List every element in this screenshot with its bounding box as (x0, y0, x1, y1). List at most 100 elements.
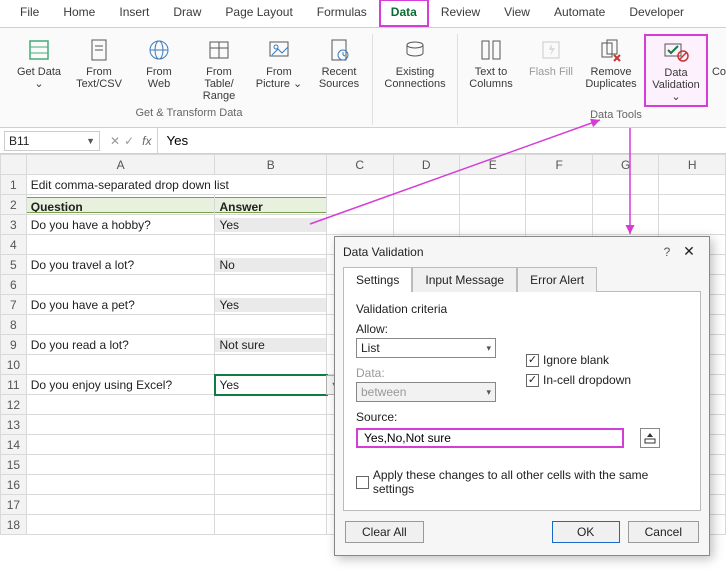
cell[interactable] (215, 515, 327, 535)
cell[interactable] (215, 455, 327, 475)
row-header[interactable]: 4 (1, 235, 27, 255)
clear-all-button[interactable]: Clear All (345, 521, 424, 543)
from-text-csv-button[interactable]: From Text/CSV (72, 34, 126, 105)
data-validation-button[interactable]: Data Validation ⌄ (644, 34, 708, 107)
col-header-H[interactable]: H (659, 155, 726, 175)
cell[interactable]: Do you read a lot? (26, 335, 215, 355)
cell[interactable] (215, 415, 327, 435)
existing-connections-button[interactable]: Existing Connections (379, 34, 451, 93)
cell-header-question[interactable]: Question (26, 195, 215, 215)
tab-error-alert[interactable]: Error Alert (517, 267, 597, 292)
col-header-C[interactable]: C (327, 155, 393, 175)
cell[interactable] (26, 415, 215, 435)
cell[interactable] (526, 175, 592, 195)
cell[interactable] (393, 175, 459, 195)
cell[interactable] (327, 215, 393, 235)
row-header[interactable]: 13 (1, 415, 27, 435)
cell[interactable] (526, 215, 592, 235)
cancel-entry-icon[interactable]: ✕ (110, 134, 120, 148)
remove-duplicates-button[interactable]: Remove Duplicates (584, 34, 638, 107)
tab-data[interactable]: Data (379, 0, 429, 27)
cell[interactable] (215, 355, 327, 375)
cell[interactable] (526, 195, 592, 215)
col-header-D[interactable]: D (393, 155, 459, 175)
allow-select[interactable]: List ▾ (356, 338, 496, 358)
fx-icon[interactable]: fx (142, 134, 151, 148)
formula-input[interactable] (158, 128, 726, 153)
incell-dropdown-checkbox[interactable]: ✓ In-cell dropdown (526, 373, 631, 387)
consolidate-button[interactable]: Consolidate (714, 34, 726, 107)
row-header[interactable]: 10 (1, 355, 27, 375)
cell[interactable] (393, 215, 459, 235)
cell[interactable]: Do you have a pet? (26, 295, 215, 315)
close-icon[interactable]: ✕ (677, 243, 701, 260)
row-header[interactable]: 16 (1, 475, 27, 495)
ok-button[interactable]: OK (552, 521, 620, 543)
cell[interactable] (215, 395, 327, 415)
cell[interactable] (459, 175, 525, 195)
source-input[interactable] (362, 430, 618, 446)
cell[interactable] (393, 195, 459, 215)
range-picker-button[interactable] (640, 428, 660, 448)
col-header-A[interactable]: A (26, 155, 215, 175)
row-header[interactable]: 12 (1, 395, 27, 415)
cell[interactable] (215, 315, 327, 335)
name-box[interactable]: B11 ▼ (4, 131, 100, 151)
ignore-blank-checkbox[interactable]: ✓ Ignore blank (526, 353, 631, 367)
row-header[interactable]: 15 (1, 455, 27, 475)
row-header[interactable]: 1 (1, 175, 27, 195)
row-header[interactable]: 17 (1, 495, 27, 515)
row-header[interactable]: 14 (1, 435, 27, 455)
tab-file[interactable]: File (8, 0, 51, 27)
from-table-range-button[interactable]: From Table/ Range (192, 34, 246, 105)
help-button[interactable]: ? (657, 245, 677, 259)
cell[interactable] (659, 175, 726, 195)
cell-title[interactable]: Edit comma-separated drop down list (26, 175, 326, 195)
cell[interactable] (26, 515, 215, 535)
cell-answer[interactable]: Yes (215, 215, 327, 235)
cell[interactable] (215, 495, 327, 515)
cell[interactable] (327, 195, 393, 215)
cell[interactable]: Do you travel a lot? (26, 255, 215, 275)
cell[interactable] (26, 455, 215, 475)
cell[interactable] (592, 195, 658, 215)
tab-page-layout[interactable]: Page Layout (213, 0, 304, 27)
cell[interactable] (459, 215, 525, 235)
row-header[interactable]: 5 (1, 255, 27, 275)
dialog-titlebar[interactable]: Data Validation ? ✕ (335, 237, 709, 266)
tab-developer[interactable]: Developer (617, 0, 696, 27)
cell[interactable] (26, 475, 215, 495)
cell[interactable] (327, 175, 393, 195)
cell[interactable] (26, 235, 215, 255)
col-header-B[interactable]: B (215, 155, 327, 175)
row-header[interactable]: 9 (1, 335, 27, 355)
tab-home[interactable]: Home (51, 0, 107, 27)
cell[interactable] (26, 395, 215, 415)
cell[interactable] (26, 435, 215, 455)
tab-settings[interactable]: Settings (343, 267, 412, 292)
row-header[interactable]: 6 (1, 275, 27, 295)
cell-header-answer[interactable]: Answer (215, 195, 327, 215)
cell-answer[interactable]: No (215, 255, 327, 275)
tab-insert[interactable]: Insert (107, 0, 161, 27)
enter-entry-icon[interactable]: ✓ (124, 134, 134, 148)
col-header-E[interactable]: E (459, 155, 525, 175)
tab-automate[interactable]: Automate (542, 0, 617, 27)
cell[interactable] (26, 315, 215, 335)
cell[interactable] (215, 475, 327, 495)
cell[interactable] (659, 195, 726, 215)
tab-input-message[interactable]: Input Message (412, 267, 517, 292)
cell-answer[interactable]: Yes (215, 295, 327, 315)
cell[interactable] (592, 215, 658, 235)
tab-view[interactable]: View (492, 0, 542, 27)
flash-fill-button[interactable]: Flash Fill (524, 34, 578, 107)
cell[interactable] (215, 275, 327, 295)
tab-formulas[interactable]: Formulas (305, 0, 379, 27)
cell[interactable] (215, 435, 327, 455)
apply-all-checkbox[interactable]: Apply these changes to all other cells w… (356, 468, 688, 496)
cancel-button[interactable]: Cancel (628, 521, 699, 543)
cell[interactable] (26, 355, 215, 375)
tab-draw[interactable]: Draw (161, 0, 213, 27)
cell[interactable] (592, 175, 658, 195)
text-to-columns-button[interactable]: Text to Columns (464, 34, 518, 107)
